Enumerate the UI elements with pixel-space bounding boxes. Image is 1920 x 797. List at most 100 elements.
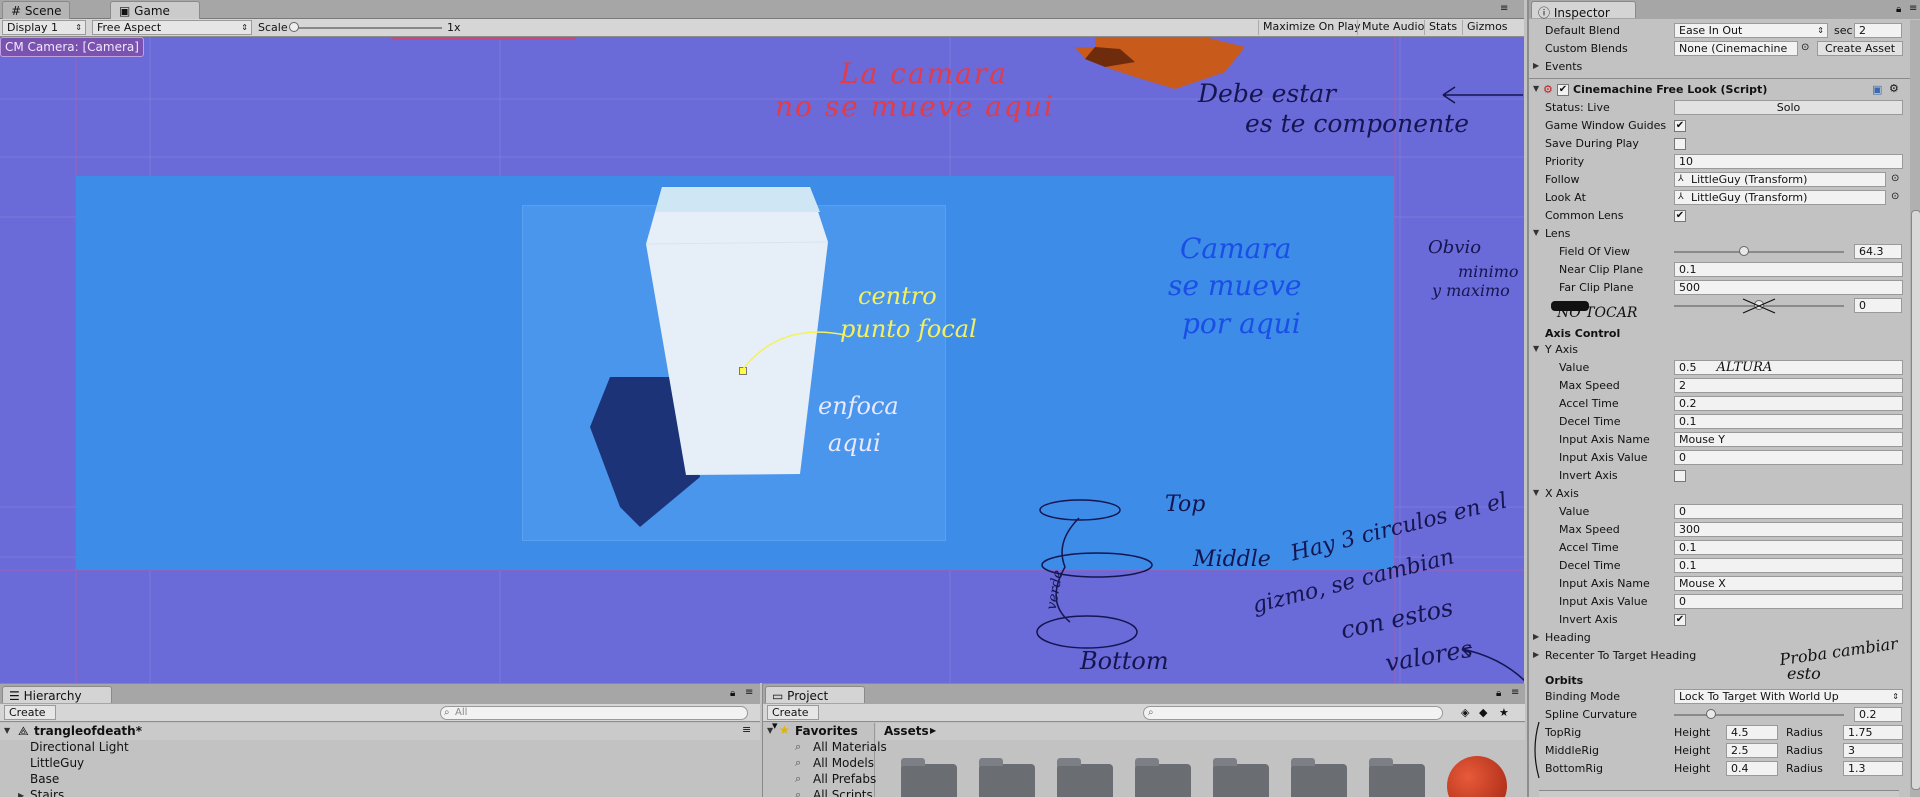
custom-blends-field[interactable]: None (Cinemachine bbox=[1674, 41, 1798, 56]
tab-inspector[interactable]: ⓘ Inspector bbox=[1531, 1, 1636, 20]
tab-game[interactable]: ▣ Game bbox=[110, 1, 200, 19]
filter-type-icon[interactable]: ◈ bbox=[1461, 706, 1469, 719]
bottom-rig-height-field[interactable]: 0.4 bbox=[1726, 761, 1778, 776]
collapse-arrow-icon[interactable]: ▶ bbox=[1533, 632, 1539, 641]
priority-field[interactable]: 10 bbox=[1674, 154, 1903, 169]
tab-menu-icon[interactable]: ≡ bbox=[1500, 3, 1508, 14]
hierarchy-item[interactable]: Directional Light bbox=[30, 740, 129, 754]
x-input-value-field[interactable]: 0 bbox=[1674, 594, 1903, 609]
lock-icon[interactable]: 🔒︎ bbox=[730, 688, 735, 699]
project-create-button[interactable]: Create ▾ bbox=[767, 705, 819, 732]
assets-breadcrumb-label[interactable]: Assets bbox=[884, 724, 929, 738]
spline-slider[interactable] bbox=[1674, 714, 1844, 716]
dutch-field[interactable]: 0 bbox=[1854, 298, 1902, 313]
solo-button[interactable]: Solo bbox=[1674, 100, 1903, 115]
favorite-item[interactable]: All Scripts bbox=[813, 788, 873, 797]
tab-menu-icon[interactable]: ≡ bbox=[1511, 687, 1519, 698]
scale-slider[interactable] bbox=[292, 27, 442, 29]
hierarchy-search-input[interactable]: All bbox=[440, 706, 748, 720]
y-axis-row[interactable]: ▼ Y Axis bbox=[1529, 341, 1920, 359]
expand-arrow-icon[interactable]: ▼ bbox=[767, 726, 773, 735]
x-input-name-field[interactable]: Mouse X bbox=[1674, 576, 1903, 591]
gizmos-button[interactable]: Gizmos bbox=[1462, 20, 1512, 35]
component-enabled-checkbox[interactable]: ✔ bbox=[1557, 84, 1569, 96]
hierarchy-item[interactable]: Base bbox=[30, 772, 59, 786]
common-lens-checkbox[interactable]: ✔ bbox=[1674, 210, 1686, 222]
y-decel-field[interactable]: 0.1 bbox=[1674, 414, 1903, 429]
spline-curvature-field[interactable]: 0.2 bbox=[1854, 707, 1902, 722]
binding-mode-dropdown[interactable]: Lock To Target With World Up ⇕ bbox=[1674, 689, 1903, 704]
x-accel-field[interactable]: 0.1 bbox=[1674, 540, 1903, 555]
help-book-icon[interactable]: ▣ bbox=[1872, 83, 1882, 96]
top-rig-height-field[interactable]: 4.5 bbox=[1726, 725, 1778, 740]
expand-arrow-icon[interactable]: ▶ bbox=[18, 791, 24, 797]
maximize-on-play-button[interactable]: Maximize On Play bbox=[1258, 20, 1365, 35]
hierarchy-item[interactable]: Stairs bbox=[30, 788, 64, 797]
y-input-value-field[interactable]: 0 bbox=[1674, 450, 1903, 465]
object-picker-icon[interactable]: ⊙ bbox=[1891, 191, 1899, 202]
y-accel-field[interactable]: 0.2 bbox=[1674, 396, 1903, 411]
bottom-rig-radius-field[interactable]: 1.3 bbox=[1843, 761, 1903, 776]
asset-folder-icon[interactable] bbox=[1057, 758, 1113, 797]
events-row[interactable]: ▶ Events bbox=[1529, 58, 1920, 76]
asset-folder-icon[interactable] bbox=[1369, 758, 1425, 797]
expand-arrow-icon[interactable]: ▼ bbox=[1533, 84, 1539, 93]
scene-header-row[interactable]: ▼ ⟁ trangleofdeath* ≡ bbox=[0, 723, 760, 740]
component-header[interactable]: ▼ ⚙ ✔ Cinemachine Free Look (Script) ▣ ⚙ bbox=[1529, 81, 1920, 99]
lens-row[interactable]: ▼ Lens bbox=[1529, 225, 1920, 243]
asset-folder-icon[interactable] bbox=[901, 758, 957, 797]
project-search-input[interactable] bbox=[1143, 706, 1443, 720]
fov-field[interactable]: 64.3 bbox=[1854, 244, 1902, 259]
favorite-item[interactable]: All Models bbox=[813, 756, 874, 770]
tab-menu-icon[interactable]: ≡ bbox=[745, 687, 753, 698]
stats-button[interactable]: Stats bbox=[1424, 20, 1461, 35]
collapse-arrow-icon[interactable]: ▶ bbox=[1533, 61, 1539, 70]
x-value-field[interactable]: 0 bbox=[1674, 504, 1903, 519]
x-invert-checkbox[interactable]: ✔ bbox=[1674, 614, 1686, 626]
game-view[interactable]: CM Camera: [Camera] La camara no se muev… bbox=[0, 37, 1524, 683]
object-picker-icon[interactable]: ⊙ bbox=[1801, 42, 1809, 53]
material-sphere-icon[interactable] bbox=[1447, 756, 1507, 797]
collapse-arrow-icon[interactable]: ▶ bbox=[1533, 650, 1539, 659]
y-input-name-field[interactable]: Mouse Y bbox=[1674, 432, 1903, 447]
middle-rig-height-field[interactable]: 2.5 bbox=[1726, 743, 1778, 758]
default-blend-dropdown[interactable]: Ease In Out ⇕ bbox=[1674, 23, 1828, 38]
tab-hierarchy[interactable]: ☰ Hierarchy bbox=[2, 686, 112, 703]
scale-slider-knob[interactable] bbox=[289, 22, 299, 32]
spline-slider-knob[interactable] bbox=[1706, 709, 1716, 719]
follow-field[interactable]: ⅄ LittleGuy (Transform) bbox=[1674, 172, 1886, 187]
tab-project[interactable]: ▭ Project bbox=[765, 686, 865, 703]
hierarchy-item[interactable]: LittleGuy bbox=[30, 756, 84, 770]
expand-arrow-icon[interactable]: ▼ bbox=[4, 726, 10, 735]
blend-time-field[interactable]: 2 bbox=[1854, 23, 1902, 38]
aspect-dropdown[interactable]: Free Aspect ⇕ bbox=[92, 20, 252, 35]
expand-arrow-icon[interactable]: ▼ bbox=[1533, 344, 1539, 353]
mute-audio-button[interactable]: Mute Audio bbox=[1357, 20, 1428, 35]
look-at-field[interactable]: ⅄ LittleGuy (Transform) bbox=[1674, 190, 1886, 205]
display-dropdown[interactable]: Display 1 ⇕ bbox=[2, 20, 86, 35]
x-max-speed-field[interactable]: 300 bbox=[1674, 522, 1903, 537]
create-asset-button[interactable]: Create Asset bbox=[1817, 41, 1903, 56]
game-window-guides-checkbox[interactable]: ✔ bbox=[1674, 120, 1686, 132]
fov-slider[interactable] bbox=[1674, 251, 1844, 253]
x-decel-field[interactable]: 0.1 bbox=[1674, 558, 1903, 573]
tab-menu-icon[interactable]: ≡ bbox=[1909, 3, 1917, 14]
y-value-field[interactable]: 0.5 ALTURA bbox=[1674, 360, 1903, 375]
middle-rig-radius-field[interactable]: 3 bbox=[1843, 743, 1903, 758]
y-max-speed-field[interactable]: 2 bbox=[1674, 378, 1903, 393]
hierarchy-create-button[interactable]: Create ▾ bbox=[4, 705, 56, 732]
far-clip-field[interactable]: 500 bbox=[1674, 280, 1903, 295]
scene-menu-icon[interactable]: ≡ bbox=[742, 723, 751, 736]
label-icon[interactable]: ◆ bbox=[1479, 706, 1487, 719]
near-clip-field[interactable]: 0.1 bbox=[1674, 262, 1903, 277]
y-invert-checkbox[interactable] bbox=[1674, 470, 1686, 482]
favorite-item[interactable]: All Prefabs bbox=[813, 772, 876, 786]
favorites-label[interactable]: Favorites bbox=[795, 724, 858, 738]
asset-folder-icon[interactable] bbox=[1135, 758, 1191, 797]
asset-folder-icon[interactable] bbox=[1213, 758, 1269, 797]
asset-folder-icon[interactable] bbox=[1291, 758, 1347, 797]
tab-scene[interactable]: # Scene bbox=[2, 1, 71, 19]
top-rig-radius-field[interactable]: 1.75 bbox=[1843, 725, 1903, 740]
fov-slider-knob[interactable] bbox=[1739, 246, 1749, 256]
lock-icon[interactable]: 🔒︎ bbox=[1496, 688, 1501, 699]
